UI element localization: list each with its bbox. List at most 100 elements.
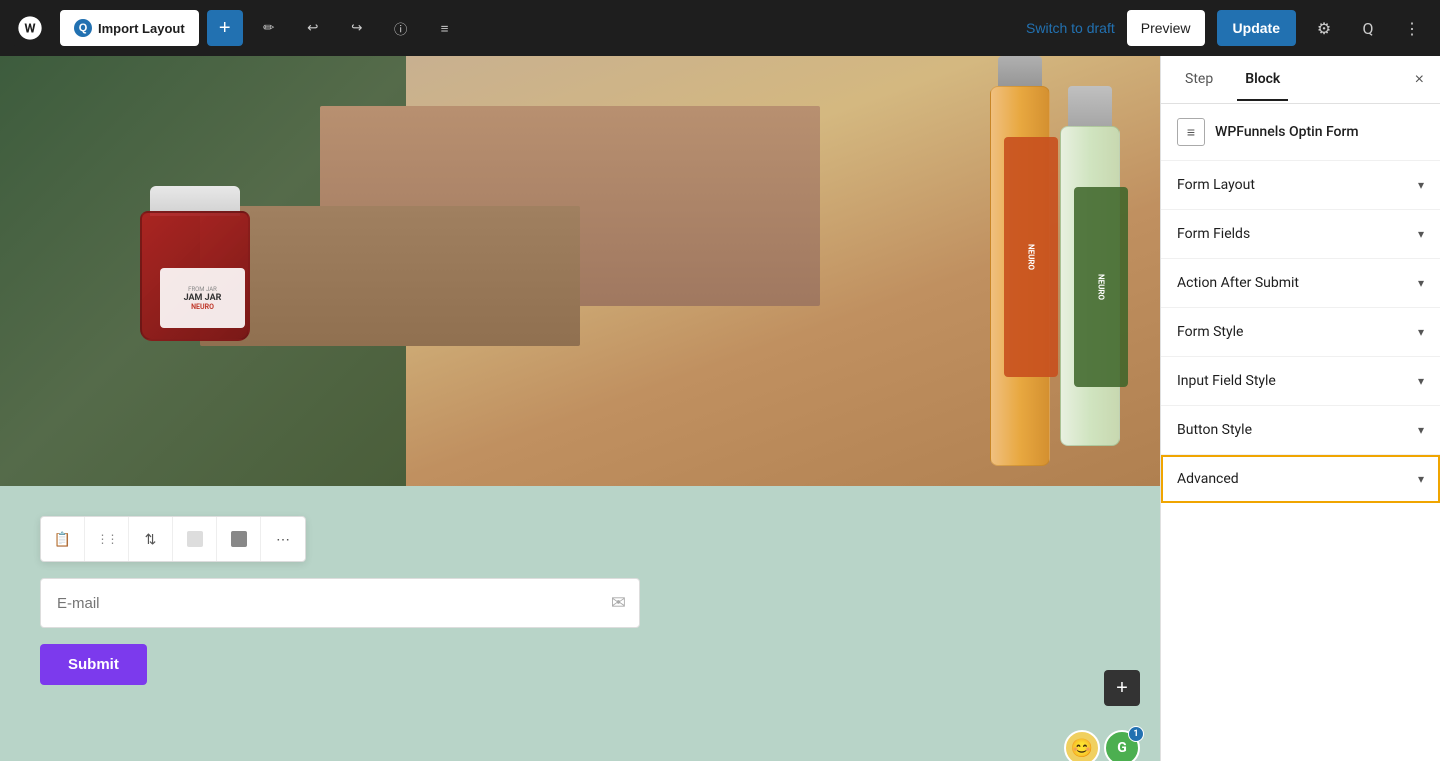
- toolbar-right: Switch to draft Preview Update ⚙ Q ⋮: [1026, 10, 1428, 46]
- pencil-button[interactable]: ✏: [251, 10, 287, 46]
- main-area: FROM JAR JAM JAR NEURO NEURO: [0, 56, 1440, 761]
- accordion-form-style: Form Style ▾: [1161, 308, 1440, 357]
- advanced-title: Advanced: [1177, 471, 1239, 487]
- hero-image: FROM JAR JAM JAR NEURO NEURO: [0, 56, 1160, 486]
- user-icon[interactable]: Q: [1352, 12, 1384, 44]
- info-icon: ⓘ: [394, 19, 407, 38]
- accordion-form-fields: Form Fields ▾: [1161, 210, 1440, 259]
- accordion-form-layout-header[interactable]: Form Layout ▾: [1161, 161, 1440, 209]
- notification-badge: 1: [1128, 726, 1144, 742]
- form-layout-title: Form Layout: [1177, 177, 1255, 193]
- email-input-wrapper: ✉: [40, 578, 640, 628]
- form-style-title: Form Style: [1177, 324, 1243, 340]
- pencil-icon: ✏: [263, 20, 274, 36]
- block-name: WPFunnels Optin Form: [1215, 124, 1359, 140]
- drag-handle-btn[interactable]: ⋮⋮: [85, 517, 129, 561]
- more-options-icon: ⋯: [276, 531, 290, 548]
- form-fields-title: Form Fields: [1177, 226, 1250, 242]
- form-block-icon: 📋: [54, 531, 71, 548]
- accordion-button-style-header[interactable]: Button Style ▾: [1161, 406, 1440, 454]
- align-left-icon: [187, 531, 203, 547]
- align-center-btn[interactable]: [217, 517, 261, 561]
- redo-icon: ↪: [351, 20, 362, 36]
- action-after-submit-title: Action After Submit: [1177, 275, 1299, 291]
- block-label: ≡ WPFunnels Optin Form: [1161, 104, 1440, 161]
- sidebar-tabs: Step Block ×: [1161, 56, 1440, 104]
- button-style-title: Button Style: [1177, 422, 1252, 438]
- undo-icon: ↩: [307, 20, 318, 36]
- tab-block[interactable]: Block: [1237, 59, 1288, 101]
- arrow-up-down-icon: ⇅: [145, 531, 157, 548]
- add-block-button[interactable]: +: [207, 10, 243, 46]
- neuro-bottle-green: NEURO: [1050, 86, 1130, 466]
- form-fields-chevron: ▾: [1418, 227, 1424, 241]
- form-section: 📋 ⋮⋮ ⇅ ⋯: [0, 486, 1160, 761]
- button-style-chevron: ▾: [1418, 423, 1424, 437]
- drag-handle-icon: ⋮⋮: [97, 532, 117, 546]
- menu-icon: ≡: [441, 21, 449, 36]
- accordion-form-fields-header[interactable]: Form Fields ▾: [1161, 210, 1440, 258]
- jar-label: FROM JAR JAM JAR NEURO: [160, 268, 245, 328]
- accordion-button-style: Button Style ▾: [1161, 406, 1440, 455]
- bottle-body-green: NEURO: [1060, 126, 1120, 446]
- preview-button[interactable]: Preview: [1127, 10, 1205, 46]
- bottle-body-orange: NEURO: [990, 86, 1050, 466]
- settings-icon[interactable]: ⚙: [1308, 12, 1340, 44]
- form-style-chevron: ▾: [1418, 325, 1424, 339]
- email-icon: ✉: [611, 593, 626, 614]
- wp-logo[interactable]: W: [12, 10, 48, 46]
- update-button[interactable]: Update: [1217, 10, 1296, 46]
- form-layout-chevron: ▾: [1418, 178, 1424, 192]
- switch-to-draft-button[interactable]: Switch to draft: [1026, 20, 1115, 36]
- form-icon: ≡: [1187, 124, 1195, 141]
- import-label: Import Layout: [98, 21, 185, 36]
- right-sidebar: Step Block × ≡ WPFunnels Optin Form Form…: [1160, 56, 1440, 761]
- more-options-btn[interactable]: ⋯: [261, 517, 305, 561]
- user-avatars: 😊 G 1: [1064, 730, 1140, 761]
- input-field-style-chevron: ▾: [1418, 374, 1424, 388]
- canvas-inner: FROM JAR JAM JAR NEURO NEURO: [0, 56, 1160, 761]
- more-options-icon[interactable]: ⋮: [1396, 12, 1428, 44]
- close-icon: ×: [1415, 71, 1424, 89]
- accordion-input-field-style: Input Field Style ▾: [1161, 357, 1440, 406]
- tab-step[interactable]: Step: [1177, 59, 1221, 101]
- bottle-label-orange: NEURO: [1004, 137, 1058, 377]
- accordion-form-style-header[interactable]: Form Style ▾: [1161, 308, 1440, 356]
- info-button[interactable]: ⓘ: [383, 10, 419, 46]
- undo-button[interactable]: ↩: [295, 10, 331, 46]
- q-icon: Q: [74, 19, 92, 37]
- neuro-bottle-orange: NEURO: [980, 56, 1060, 476]
- add-new-block-button[interactable]: +: [1104, 670, 1140, 706]
- redo-button[interactable]: ↪: [339, 10, 375, 46]
- align-left-btn[interactable]: [173, 517, 217, 561]
- canvas: FROM JAR JAM JAR NEURO NEURO: [0, 56, 1160, 761]
- align-center-icon: [231, 531, 247, 547]
- accordion-action-header[interactable]: Action After Submit ▾: [1161, 259, 1440, 307]
- plus-icon: +: [219, 17, 231, 40]
- accordion-advanced: Advanced ▾: [1161, 455, 1440, 503]
- avatar-emoji: 😊: [1064, 730, 1100, 761]
- accordion-advanced-header[interactable]: Advanced ▾: [1163, 457, 1438, 501]
- accordion-input-field-style-header[interactable]: Input Field Style ▾: [1161, 357, 1440, 405]
- email-input[interactable]: [40, 578, 640, 628]
- bottle-label-green: NEURO: [1074, 187, 1128, 387]
- input-field-style-title: Input Field Style: [1177, 373, 1276, 389]
- jam-jar: FROM JAR JAM JAR NEURO: [130, 176, 260, 346]
- accordion-sections: Form Layout ▾ Form Fields ▾ Action After…: [1161, 161, 1440, 503]
- accordion-form-layout: Form Layout ▾: [1161, 161, 1440, 210]
- sidebar-close-button[interactable]: ×: [1415, 71, 1424, 89]
- submit-button[interactable]: Submit: [40, 644, 147, 685]
- menu-button[interactable]: ≡: [427, 10, 463, 46]
- advanced-chevron: ▾: [1418, 472, 1424, 486]
- block-form-icon: ≡: [1177, 118, 1205, 146]
- svg-text:W: W: [24, 22, 36, 37]
- form-block-toolbar: 📋 ⋮⋮ ⇅ ⋯: [40, 516, 306, 562]
- form-block-icon-btn[interactable]: 📋: [41, 517, 85, 561]
- toolbar: W Q Import Layout + ✏ ↩ ↪ ⓘ ≡ Switch to …: [0, 0, 1440, 56]
- action-after-submit-chevron: ▾: [1418, 276, 1424, 290]
- arrow-up-down-btn[interactable]: ⇅: [129, 517, 173, 561]
- accordion-action-after-submit: Action After Submit ▾: [1161, 259, 1440, 308]
- jar-body: FROM JAR JAM JAR NEURO: [140, 211, 250, 341]
- import-layout-button[interactable]: Q Import Layout: [60, 10, 199, 46]
- avatar-with-badge: G 1: [1104, 730, 1140, 761]
